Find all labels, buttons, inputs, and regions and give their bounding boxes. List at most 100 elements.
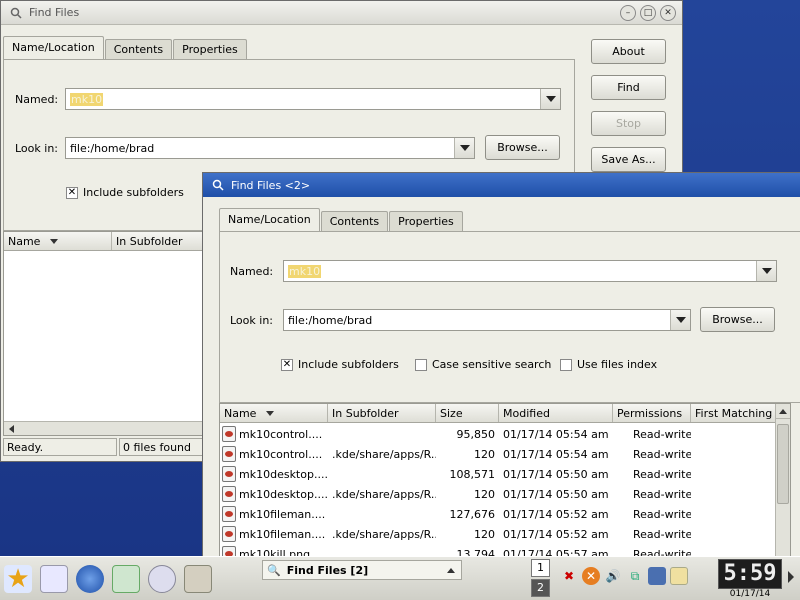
desktop-pager: 1 2: [531, 559, 551, 599]
k-menu-button[interactable]: ★: [0, 559, 36, 599]
k-menu-icon[interactable]: ★: [4, 564, 32, 593]
window-2-titlebar[interactable]: Find Files <2>: [203, 173, 800, 197]
volume-icon[interactable]: 🔊: [604, 567, 622, 585]
checkmark-icon[interactable]: ✕: [281, 358, 293, 371]
draw-icon[interactable]: [148, 564, 176, 593]
file-name: mk10desktop....: [239, 467, 328, 481]
launcher-4[interactable]: [144, 559, 180, 599]
launcher-3[interactable]: [108, 559, 144, 599]
stop-button[interactable]: Stop: [591, 111, 666, 136]
chevron-down-icon[interactable]: [670, 310, 690, 330]
lookin-combo[interactable]: file:/home/brad: [283, 309, 691, 331]
lookin-input[interactable]: file:/home/brad: [284, 314, 670, 327]
image-file-icon: [222, 506, 236, 522]
launcher-2[interactable]: [72, 559, 108, 599]
save-as-button[interactable]: Save As...: [591, 147, 666, 172]
cell-modified: 01/17/14 05:52 am: [503, 507, 609, 521]
klipper-icon[interactable]: ⧉: [626, 567, 644, 585]
browse-button[interactable]: Browse...: [700, 307, 775, 332]
column-header-first-matching[interactable]: First Matching L: [691, 404, 777, 422]
gimp-icon[interactable]: [184, 564, 212, 593]
tab-name-location[interactable]: Name/Location: [3, 36, 104, 60]
column-header-name[interactable]: Name: [220, 404, 328, 422]
display-icon[interactable]: [648, 567, 666, 585]
cell-size: 120: [474, 527, 495, 541]
lookin-input[interactable]: file:/home/brad: [66, 142, 454, 155]
maximize-button[interactable]: □: [640, 4, 656, 21]
spreadsheet-icon[interactable]: [112, 564, 140, 593]
image-file-icon: [222, 466, 236, 482]
tab-properties[interactable]: Properties: [173, 39, 247, 60]
include-subfolders-label: Include subfolders: [298, 358, 399, 371]
web-browser-icon[interactable]: [76, 564, 104, 593]
taskbar-task-find-files[interactable]: 🔍 Find Files [2]: [262, 560, 462, 580]
desktop-1-button[interactable]: 1: [531, 559, 550, 577]
include-subfolders-checkbox[interactable]: ✕ Include subfolders: [281, 358, 399, 371]
keyboard-icon[interactable]: [670, 567, 688, 585]
table-row[interactable]: mk10fileman.... 127,676 01/17/14 05:52 am R…: [220, 504, 774, 524]
checkmark-icon[interactable]: ✕: [66, 186, 78, 199]
launcher-5[interactable]: [180, 559, 216, 599]
cell-name: mk10fileman....: [220, 526, 328, 542]
text-editor-icon[interactable]: [40, 564, 68, 593]
clock-date: 01/17/14: [729, 589, 771, 599]
include-subfolders-checkbox[interactable]: ✕ Include subfolders: [66, 186, 184, 199]
minimize-button[interactable]: –: [620, 4, 636, 21]
scroll-left-icon[interactable]: [4, 422, 18, 435]
desktop-2-button[interactable]: 2: [531, 579, 550, 597]
table-row[interactable]: mk10control.... .kde/share/apps/R... 120 01…: [220, 444, 774, 464]
cell-name: mk10fileman....: [220, 506, 328, 522]
tab-contents[interactable]: Contents: [104, 39, 173, 60]
tab-contents[interactable]: Contents: [320, 211, 389, 232]
cell-name: mk10control....: [220, 446, 328, 462]
cell-name: mk10desktop....: [220, 486, 328, 502]
chevron-up-icon[interactable]: [447, 567, 455, 573]
column-header-permissions[interactable]: Permissions: [613, 404, 691, 422]
chevron-right-icon[interactable]: [788, 571, 794, 583]
chevron-down-icon[interactable]: [756, 261, 776, 281]
clock[interactable]: 5:59 01/17/14: [718, 559, 782, 599]
tab-properties[interactable]: Properties: [389, 211, 463, 232]
table-row[interactable]: mk10desktop.... .kde/share/apps/R... 120 01…: [220, 484, 774, 504]
cell-permissions: Read-write: [633, 447, 691, 461]
stop-icon[interactable]: ✕: [582, 567, 600, 585]
table-row[interactable]: mk10control.... 95,850 01/17/14 05:54 am Re…: [220, 424, 774, 444]
use-index-checkbox[interactable]: Use files index: [560, 358, 657, 371]
tab-name-location[interactable]: Name/Location: [219, 208, 320, 232]
lookin-combo[interactable]: file:/home/brad: [65, 137, 475, 159]
column-header-name[interactable]: Name: [4, 232, 112, 250]
use-index-label: Use files index: [577, 358, 658, 371]
case-sensitive-checkbox[interactable]: Case sensitive search: [415, 358, 551, 371]
window-1-titlebar[interactable]: Find Files – □ ✕: [1, 1, 682, 25]
column-header-subfolder[interactable]: In Subfolder: [328, 404, 436, 422]
browse-button[interactable]: Browse...: [485, 135, 560, 160]
scroll-thumb[interactable]: [777, 424, 789, 504]
column-header-modified[interactable]: Modified: [499, 404, 613, 422]
table-row[interactable]: mk10desktop.... 108,571 01/17/14 05:50 am R…: [220, 464, 774, 484]
named-input[interactable]: mk10: [288, 264, 322, 278]
results-list[interactable]: Name In Subfolder Size Modified Permissi…: [219, 403, 791, 561]
chevron-down-icon[interactable]: [454, 138, 474, 158]
table-row[interactable]: mk10fileman.... .kde/share/apps/R... 120 01…: [220, 524, 774, 544]
cell-subfolder: .kde/share/apps/R...: [332, 487, 436, 501]
network-disconnected-icon[interactable]: ✖: [560, 567, 578, 585]
image-file-icon: [222, 486, 236, 502]
named-combo[interactable]: mk10: [65, 88, 561, 110]
cell-modified: 01/17/14 05:52 am: [503, 527, 609, 541]
vertical-scrollbar[interactable]: [775, 404, 790, 561]
about-button[interactable]: About: [591, 39, 666, 64]
checkbox-empty-icon[interactable]: [560, 358, 572, 371]
named-combo[interactable]: mk10: [283, 260, 777, 282]
column-header-size[interactable]: Size: [436, 404, 499, 422]
cell-subfolder: .kde/share/apps/R...: [332, 527, 436, 541]
close-button[interactable]: ✕: [660, 4, 676, 21]
find-button[interactable]: Find: [591, 75, 666, 100]
chevron-down-icon[interactable]: [540, 89, 560, 109]
scroll-up-icon[interactable]: [776, 404, 790, 419]
file-name: mk10control....: [239, 427, 323, 441]
cell-size: 120: [474, 487, 495, 501]
named-input[interactable]: mk10: [70, 92, 104, 106]
cell-size: 108,571: [449, 467, 496, 481]
checkbox-empty-icon[interactable]: [415, 358, 427, 371]
launcher-1[interactable]: [36, 559, 72, 599]
